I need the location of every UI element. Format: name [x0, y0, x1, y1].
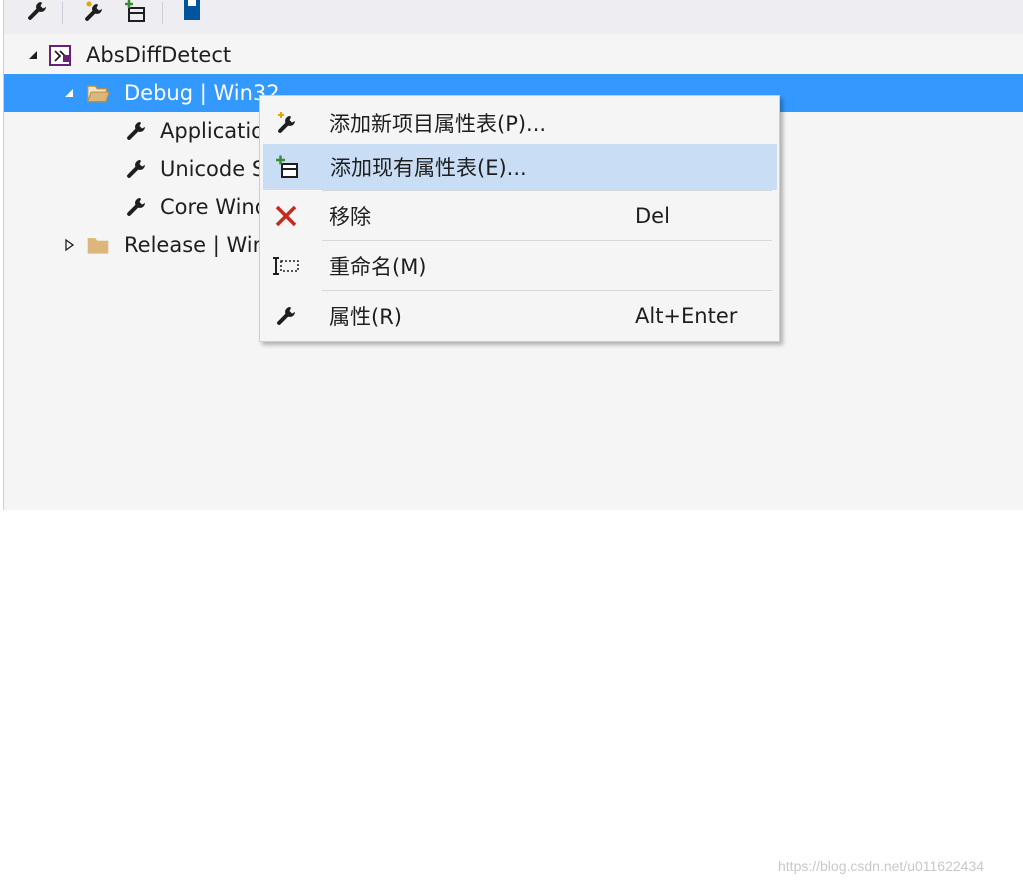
toolbar-separator — [62, 2, 63, 24]
rename-icon — [271, 251, 301, 281]
save-toolbar-button[interactable] — [177, 0, 207, 26]
context-menu: 添加新项目属性表(P)... 添加现有属性表(E)... 移除 Del 重命名(… — [259, 95, 780, 342]
add-existing-sheet-icon — [123, 0, 147, 27]
menu-item-remove[interactable]: 移除 Del — [263, 194, 775, 238]
remove-icon — [271, 201, 301, 231]
add-new-sheet-icon — [271, 108, 301, 138]
add-existing-sheet-icon — [272, 152, 302, 182]
wrench-icon — [124, 195, 148, 219]
wrench-icon — [124, 157, 148, 181]
menu-item-label: 重命名(M) — [329, 255, 427, 279]
folder-icon — [86, 233, 110, 257]
add-existing-sheet-toolbar-button[interactable] — [120, 0, 150, 26]
menu-separator — [322, 240, 772, 241]
wrench-icon — [26, 0, 48, 26]
menu-item-label: 属性(R) — [329, 305, 402, 329]
wrench-icon — [124, 119, 148, 143]
tree-node-label: Debug | Win32 — [124, 81, 280, 105]
menu-item-add-existing-property-sheet[interactable]: 添加现有属性表(E)... — [263, 144, 777, 190]
menu-item-rename[interactable]: 重命名(M) — [263, 244, 775, 288]
menu-item-shortcut: Alt+Enter — [635, 304, 738, 328]
folder-open-icon — [86, 81, 110, 105]
tree-node-project[interactable]: AbsDiffDetect — [4, 36, 1023, 74]
property-manager-panel: AbsDiffDetect Debug | Win32 Application … — [3, 0, 1023, 510]
menu-item-label: 移除 — [329, 205, 371, 229]
watermark: https://blog.csdn.net/u011622434 — [778, 858, 985, 874]
menu-item-add-new-property-sheet[interactable]: 添加新项目属性表(P)... — [263, 101, 775, 145]
properties-toolbar-button[interactable] — [22, 0, 52, 26]
add-property-sheet-icon — [82, 0, 104, 26]
save-icon — [181, 0, 203, 26]
menu-item-label: 添加新项目属性表(P)... — [329, 112, 547, 136]
project-icon — [48, 43, 72, 67]
collapsed-triangle-icon[interactable] — [62, 238, 76, 252]
expanded-triangle-icon[interactable] — [26, 48, 40, 62]
tree-node-label: AbsDiffDetect — [86, 43, 232, 67]
menu-item-label: 添加现有属性表(E)... — [330, 156, 527, 180]
menu-separator — [322, 190, 772, 191]
expanded-triangle-icon[interactable] — [62, 86, 76, 100]
menu-item-properties[interactable]: 属性(R) Alt+Enter — [263, 294, 775, 338]
menu-separator — [322, 290, 772, 291]
toolbar — [4, 0, 1023, 34]
add-new-sheet-toolbar-button[interactable] — [78, 0, 108, 26]
wrench-icon — [271, 301, 301, 331]
toolbar-separator — [162, 2, 163, 24]
menu-item-shortcut: Del — [635, 204, 670, 228]
